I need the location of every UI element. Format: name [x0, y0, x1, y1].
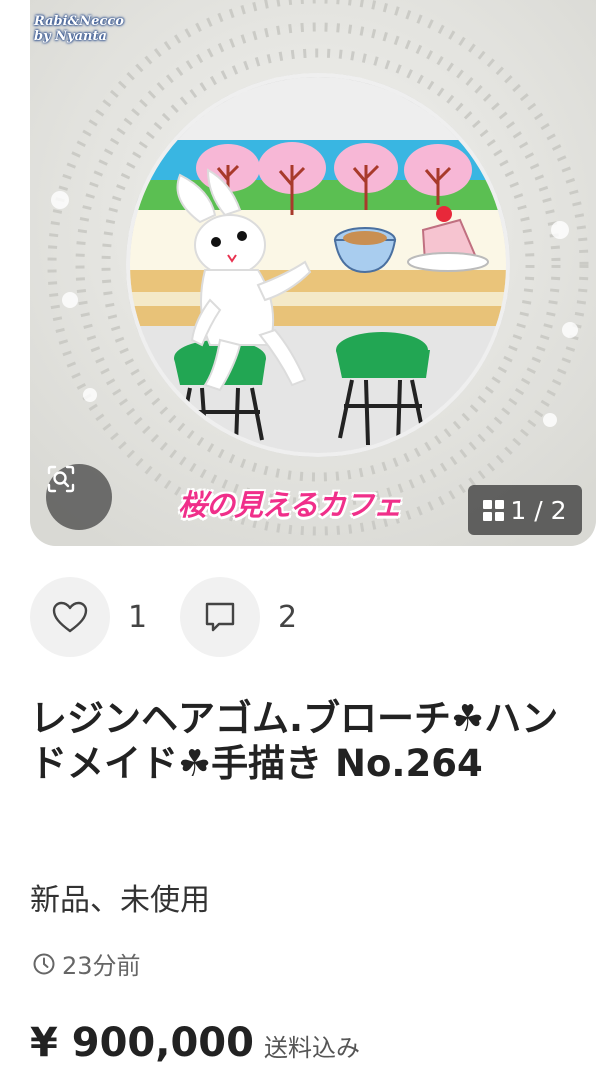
- watermark: Rabi&Necco by Nyanta: [34, 14, 124, 44]
- image-counter-text: 1 / 2: [510, 495, 567, 525]
- heart-icon: [52, 601, 88, 633]
- like-button[interactable]: [30, 577, 110, 657]
- product-image[interactable]: Rabi&Necco by Nyanta 桜の見えるカフェ 1 / 2: [30, 0, 596, 546]
- posted-time-text: 23分前: [62, 952, 141, 980]
- comment-button[interactable]: [180, 577, 260, 657]
- comment-action: 2: [180, 577, 297, 657]
- like-count: 1: [128, 599, 148, 635]
- zoom-button[interactable]: [46, 464, 112, 530]
- image-counter[interactable]: 1 / 2: [468, 485, 582, 535]
- price-amount: ¥ 900,000: [30, 1020, 254, 1066]
- item-title: レジンヘアゴム.ブローチ☘ハンドメイド☘手描き No.264: [30, 697, 559, 785]
- zoom-scan-icon: [47, 465, 75, 493]
- like-action: 1: [30, 577, 147, 657]
- shipping-note: 送料込み: [263, 1034, 360, 1062]
- image-caption: 桜の見えるカフェ: [178, 488, 402, 522]
- clock-icon: [33, 953, 55, 974]
- comment-count: 2: [278, 599, 298, 635]
- product-photo-illustration: [30, 0, 596, 546]
- posted-time: 23分前: [32, 946, 141, 981]
- grid-icon: [483, 499, 505, 521]
- item-condition: 新品、未使用: [30, 883, 210, 918]
- comment-icon: [205, 602, 235, 632]
- price: ¥ 900,000 送料込み: [30, 1020, 360, 1066]
